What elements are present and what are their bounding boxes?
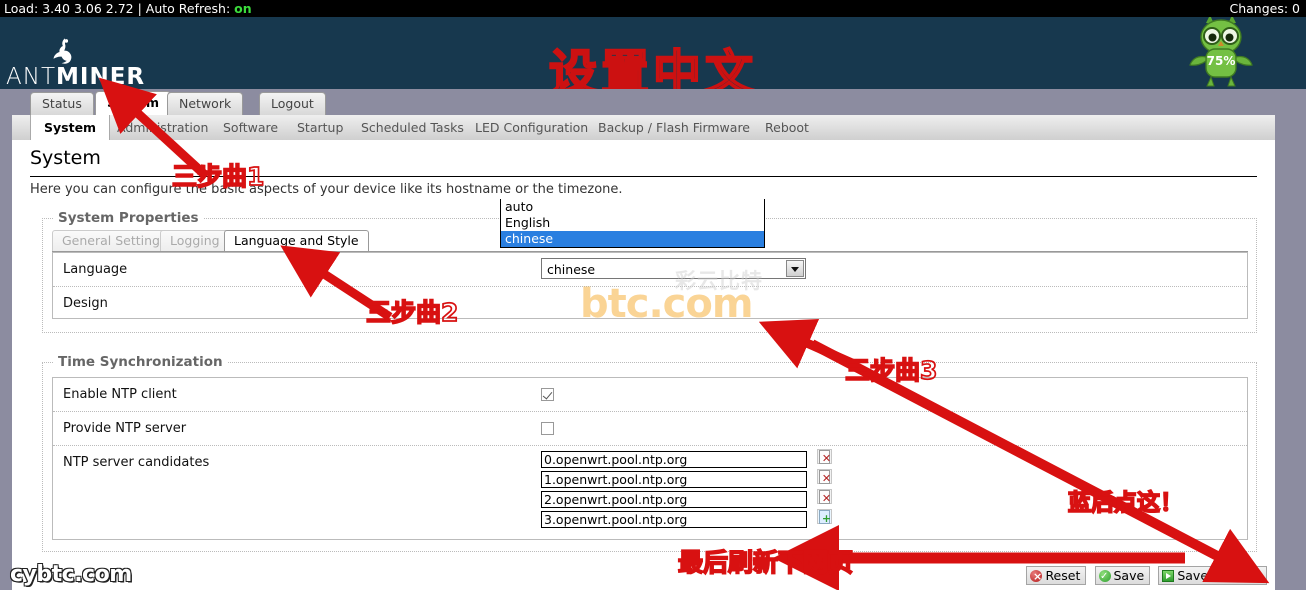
annotation-step-1: 三步曲1 xyxy=(171,161,265,192)
ntp-candidates-label: NTP server candidates xyxy=(63,455,210,470)
subtab-led-config[interactable]: LED Configuration xyxy=(462,115,601,140)
remove-ntp-server-icon-1[interactable]: ✕ xyxy=(817,469,833,484)
tab-network[interactable]: Network xyxy=(167,92,244,115)
tab-system[interactable]: System xyxy=(95,91,172,115)
ntp-server-input-0[interactable] xyxy=(541,451,807,468)
reset-button-label: Reset xyxy=(1045,568,1081,583)
form-actions: Reset Save Save & Apply xyxy=(1022,566,1267,585)
load-text: Load: 3.40 3.06 2.72 | Auto Refresh: xyxy=(4,1,231,16)
cybtc-watermark: cybtc.com xyxy=(10,562,132,587)
save-apply-button-label: Save & Apply xyxy=(1177,568,1261,583)
annotation-step-2: 三步曲2 xyxy=(365,297,459,328)
system-properties-legend: System Properties xyxy=(53,210,204,226)
auto-refresh-state[interactable]: on xyxy=(234,1,252,16)
load-status: Load: 3.40 3.06 2.72 | Auto Refresh: on xyxy=(4,0,252,17)
save-apply-button[interactable]: Save & Apply xyxy=(1158,566,1267,585)
remove-ntp-server-icon-2[interactable]: ✕ xyxy=(817,489,833,504)
site-header: ANTMINER 设置中文 75% xyxy=(0,17,1306,89)
page-content: System Here you can configure the basic … xyxy=(12,140,1275,590)
remove-ntp-server-icon-0[interactable]: ✕ xyxy=(817,449,833,464)
subtab-system[interactable]: System xyxy=(30,115,111,141)
option-english[interactable]: English xyxy=(501,215,764,231)
page-title: System xyxy=(30,147,101,169)
save-button[interactable]: Save xyxy=(1094,566,1151,585)
ntp-candidate-list: ✕ ✕ ✕ xyxy=(541,449,833,528)
add-ntp-server-icon[interactable]: + xyxy=(817,509,833,524)
inner-tab-logging[interactable]: Logging xyxy=(160,230,230,251)
row-provide-ntp-server: Provide NTP server xyxy=(53,412,1247,446)
save-icon xyxy=(1098,568,1111,585)
annotation-click-here: 蓝后点这！ xyxy=(1067,489,1184,517)
tab-logout[interactable]: Logout xyxy=(259,92,326,115)
provide-ntp-server-label: Provide NTP server xyxy=(63,421,187,436)
subtab-backup-flash[interactable]: Backup / Flash Firmware xyxy=(585,115,763,140)
row-language: Language chinese xyxy=(53,253,1247,287)
ntp-server-input-3[interactable] xyxy=(541,511,807,528)
option-auto[interactable]: auto xyxy=(501,199,764,215)
enable-ntp-client-label: Enable NTP client xyxy=(63,387,177,402)
provide-ntp-server-checkbox[interactable] xyxy=(541,422,554,435)
ntp-server-input-1[interactable] xyxy=(541,471,807,488)
language-select-value: chinese xyxy=(547,262,596,277)
time-sync-fieldset: Time Synchronization Enable NTP client P… xyxy=(42,354,1257,552)
reset-button[interactable]: Reset xyxy=(1026,566,1087,585)
language-option-list[interactable]: auto English chinese xyxy=(500,199,765,248)
subtab-reboot[interactable]: Reboot xyxy=(752,115,822,140)
option-chinese[interactable]: chinese xyxy=(501,231,764,247)
time-sync-legend: Time Synchronization xyxy=(53,354,228,370)
top-status-bar: Load: 3.40 3.06 2.72 | Auto Refresh: on … xyxy=(0,0,1306,17)
changes-counter[interactable]: Changes: 0 xyxy=(1229,0,1300,17)
annotation-step-3: 三步曲3 xyxy=(844,355,938,386)
design-label: Design xyxy=(63,296,108,311)
language-label: Language xyxy=(63,262,128,277)
ntp-server-input-2[interactable] xyxy=(541,491,807,508)
ntp-candidate-row: ✕ xyxy=(541,469,833,488)
reset-icon xyxy=(1030,568,1043,585)
inner-tab-language-and-style[interactable]: Language and Style xyxy=(224,230,369,252)
chevron-down-icon[interactable] xyxy=(786,260,804,277)
ntp-candidate-row: ✕ xyxy=(541,449,833,468)
sub-tab-bar: System Administration Software Startup S… xyxy=(12,115,1275,141)
row-enable-ntp-client: Enable NTP client xyxy=(53,378,1247,412)
main-tab-bar: Status System Network Logout xyxy=(12,89,1275,115)
chinese-banner-title: 设置中文 xyxy=(548,44,757,89)
page-intro-text: Here you can configure the basic aspects… xyxy=(30,182,623,197)
owl-badge-text: 75% xyxy=(1207,54,1236,68)
openwrt-owl-logo: 75% xyxy=(1189,17,1253,87)
save-button-label: Save xyxy=(1113,568,1145,583)
save-apply-icon xyxy=(1162,570,1175,582)
annotation-refresh-page: 最后刷新下网页 xyxy=(677,547,854,578)
language-select[interactable]: chinese xyxy=(541,258,806,279)
tab-status[interactable]: Status xyxy=(30,92,94,115)
ntp-candidate-row: + xyxy=(541,509,833,528)
ntp-candidate-row: ✕ xyxy=(541,489,833,508)
inner-tab-general-settings[interactable]: General Settings xyxy=(52,230,177,251)
subtab-administration[interactable]: Administration xyxy=(104,115,221,140)
row-design: Design xyxy=(53,287,1247,320)
language-style-table: Language chinese Design xyxy=(52,252,1248,319)
subtab-software[interactable]: Software xyxy=(210,115,291,140)
subtab-startup[interactable]: Startup xyxy=(284,115,356,140)
enable-ntp-client-checkbox[interactable] xyxy=(541,388,554,401)
subtab-scheduled-tasks[interactable]: Scheduled Tasks xyxy=(348,115,477,140)
